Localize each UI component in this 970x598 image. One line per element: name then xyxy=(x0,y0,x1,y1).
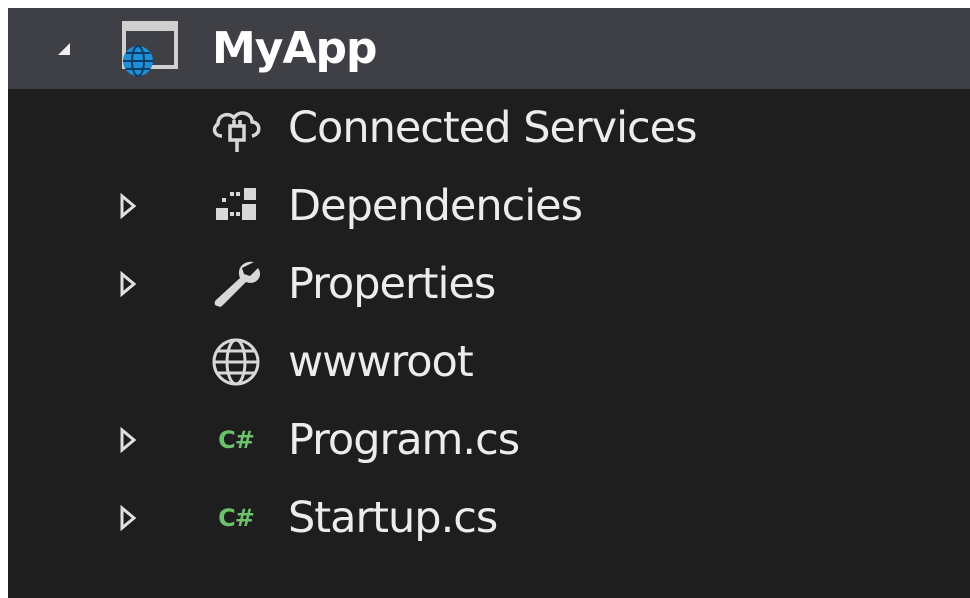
web-project-icon xyxy=(116,8,180,89)
globe-icon xyxy=(204,323,268,401)
tree-item-connected-services[interactable]: Connected Services xyxy=(8,89,970,167)
project-name: MyApp xyxy=(212,23,378,74)
csharp-file-icon: C# xyxy=(218,504,255,532)
tree-item-myapp[interactable]: MyApp xyxy=(8,8,970,89)
tree-item-dependencies[interactable]: Dependencies xyxy=(8,167,970,245)
wrench-icon xyxy=(204,245,268,323)
collapsed-triangle-icon[interactable] xyxy=(108,245,148,323)
collapsed-triangle-icon[interactable] xyxy=(108,167,148,245)
tree-item-label: Connected Services xyxy=(288,103,698,153)
tree-item-label: Properties xyxy=(288,259,496,309)
tree-item-label: Startup.cs xyxy=(288,493,498,543)
tree-item-properties[interactable]: Properties xyxy=(8,245,970,323)
tree-item-program-cs[interactable]: C# Program.cs xyxy=(8,401,970,479)
cloud-plug-icon xyxy=(204,89,268,167)
expanded-triangle-icon[interactable] xyxy=(44,8,84,89)
csharp-file-icon: C# xyxy=(218,426,255,454)
tree-item-wwwroot[interactable]: wwwroot xyxy=(8,323,970,401)
dependencies-icon xyxy=(204,167,268,245)
collapsed-triangle-icon[interactable] xyxy=(108,401,148,479)
tree-item-startup-cs[interactable]: C# Startup.cs xyxy=(8,479,970,557)
tree-item-label: Dependencies xyxy=(288,181,583,231)
solution-explorer-tree: MyApp Connected Services Dependencies Pr… xyxy=(8,8,970,598)
tree-item-label: wwwroot xyxy=(288,337,474,387)
collapsed-triangle-icon[interactable] xyxy=(108,479,148,557)
tree-item-label: Program.cs xyxy=(288,415,520,465)
